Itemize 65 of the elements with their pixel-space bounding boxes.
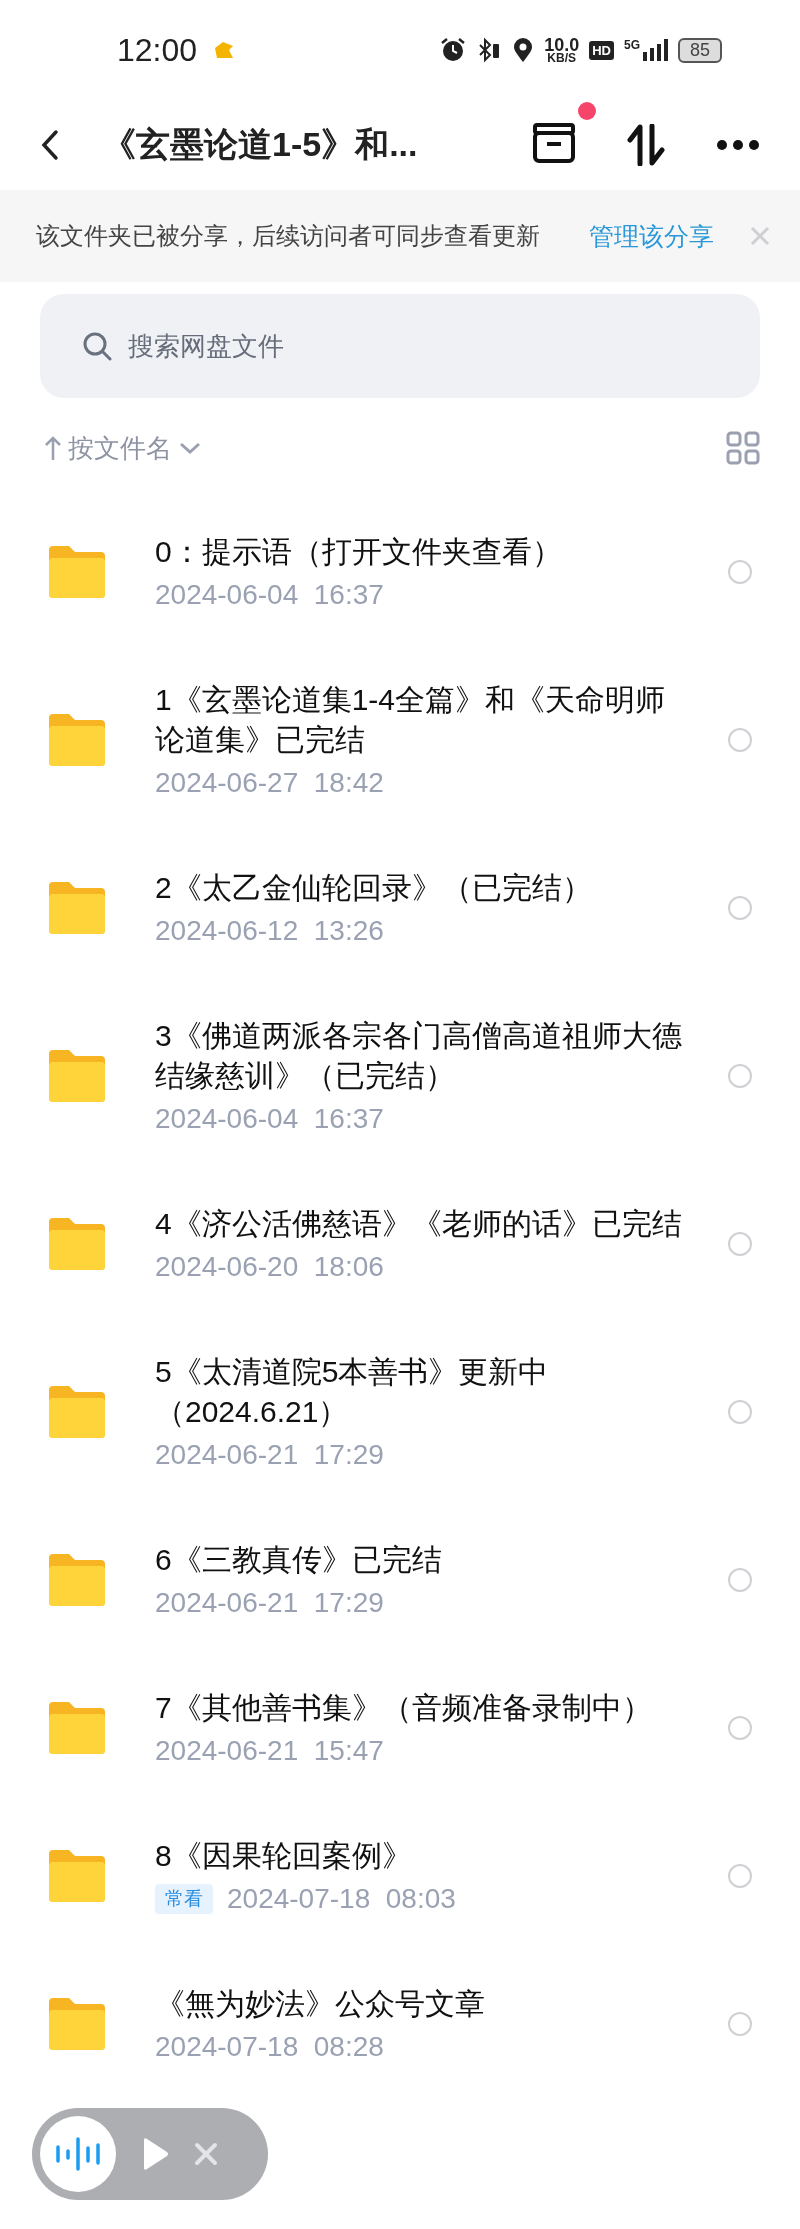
audio-wave-button[interactable] [40,2116,116,2192]
folder-name: 4《济公活佛慈语》《老师的话》已完结 [155,1206,683,1242]
arrow-up-icon [44,435,62,461]
modified-date: 2024-07-18 08:03 [227,1882,456,1916]
folder-name: 8《因果轮回案例》 [155,1838,413,1874]
folder-name: 2《太乙金仙轮回录》（已完结） [155,870,593,906]
grid-view-icon[interactable] [726,431,760,465]
modified-date: 2024-06-04 16:37 [155,578,384,612]
folder-name: 3《佛道两派各宗各门高僧高道祖师大德结缘慈训》（已完结） [155,1018,683,1094]
close-icon[interactable] [750,226,770,246]
folder-item[interactable]: 8《因果轮回案例》 常看 2024-07-18 08:03 [0,1802,800,1950]
modified-date: 2024-06-12 13:26 [155,914,384,948]
alarm-icon [440,37,467,63]
signal-icon [641,38,668,62]
select-radio[interactable] [728,560,752,584]
search-icon [82,331,112,361]
sound-wave-icon [55,2137,101,2171]
folder-name: 《無为妙法》公众号文章 [155,1986,486,2022]
modified-date: 2024-06-20 18:06 [155,1250,384,1284]
modified-date: 2024-06-21 17:29 [155,1586,384,1620]
back-icon[interactable] [40,129,60,161]
modified-date: 2024-06-21 15:47 [155,1734,384,1768]
folder-item[interactable]: 0：提示语（打开文件夹查看） 2024-06-04 16:37 [0,498,800,646]
select-radio[interactable] [728,1568,752,1592]
chevron-down-icon [178,440,202,456]
folder-title: 《玄墨论道1-5》和... [102,124,418,165]
tag-label: 常看 [155,1884,213,1914]
folder-item[interactable]: 7《其他善书集》（音频准备录制中） 2024-06-21 15:47 [0,1654,800,1802]
modified-date: 2024-07-18 08:28 [155,2030,384,2064]
status-time: 12:00 [117,31,198,69]
modified-date: 2024-06-27 18:42 [155,766,384,800]
select-radio[interactable] [728,1232,752,1256]
folder-item[interactable]: 6《三教真传》已完结 2024-06-21 17:29 [0,1506,800,1654]
folder-item[interactable]: 4《济公活佛慈语》《老师的话》已完结 2024-06-20 18:06 [0,1170,800,1318]
search-field[interactable]: 搜索网盘文件 [40,294,760,398]
network-type: 5G [623,38,640,52]
network-speed: 10.0 [544,36,580,53]
folder-item[interactable]: 1《玄墨论道集1-4全篇》和《天命明师论道集》已完结 2024-06-27 18:42 [0,646,800,834]
location-icon [512,37,535,63]
select-radio[interactable] [728,1864,752,1888]
select-radio[interactable] [728,728,752,752]
select-radio[interactable] [728,1064,752,1088]
speed-unit: KB/S [547,52,576,64]
modified-date: 2024-06-21 17:29 [155,1438,384,1472]
select-radio[interactable] [728,2012,752,2036]
more-icon[interactable] [716,139,760,151]
select-radio[interactable] [728,896,752,920]
folder-name: 7《其他善书集》（音频准备录制中） [155,1690,653,1726]
transfer-icon[interactable] [626,124,666,166]
hd-badge: HD [589,40,614,60]
modified-date: 2024-06-04 16:37 [155,1102,384,1136]
share-notice: 该文件夹已被分享，后续访问者可同步查看更新 [36,221,541,251]
folder-item[interactable]: 《無为妙法》公众号文章 2024-07-18 08:28 [0,1950,800,2098]
inbox-icon[interactable] [532,122,576,164]
folder-name: 6《三教真传》已完结 [155,1542,443,1578]
folder-item[interactable]: 2《太乙金仙轮回录》（已完结） 2024-06-12 13:26 [0,834,800,982]
folder-name: 5《太清道院5本善书》更新中（2024.6.21） [155,1354,550,1430]
folder-name: 0：提示语（打开文件夹查看） [155,534,563,570]
folder-item[interactable]: 5《太清道院5本善书》更新中（2024.6.21） 2024-06-21 17:29 [0,1318,800,1506]
select-radio[interactable] [728,1716,752,1740]
folder-name: 1《玄墨论道集1-4全篇》和《天命明师论道集》已完结 [155,682,667,758]
close-icon[interactable] [194,2142,218,2166]
battery-level: 85 [677,37,722,63]
folder-item[interactable]: 3《佛道两派各宗各门高僧高道祖师大德结缘慈训》（已完结） 2024-06-04 16:37 [0,982,800,1170]
select-radio[interactable] [728,1400,752,1424]
